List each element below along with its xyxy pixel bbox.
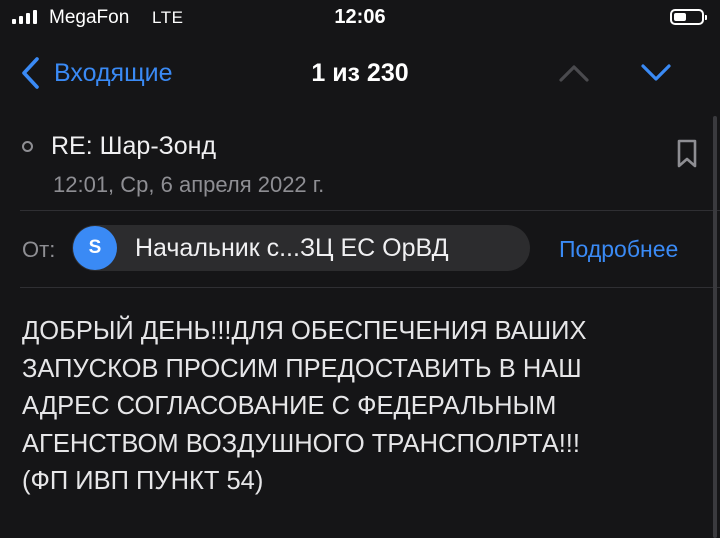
body-line: АГЕНСТВОМ ВОЗДУШНОГО ТРАНСПОЛРТА!!! [22, 429, 580, 458]
sender-chip[interactable]: S Начальник с...ЗЦ ЕС ОрВД [72, 225, 530, 271]
message-counter: 1 из 230 [311, 59, 409, 87]
chevron-up-icon [559, 65, 589, 82]
header-divider [20, 210, 720, 211]
sender-name: Начальник с...ЗЦ ЕС ОрВД [135, 233, 449, 262]
message-date: 12:01, Ср, 6 апреля 2022 г. [53, 172, 325, 197]
body-line: ДОБРЫЙ ДЕНЬ!!!ДЛЯ ОБЕСПЕЧЕНИЯ ВАШИХ [22, 317, 587, 345]
navigation-bar: Входящие 1 из 230 [0, 50, 720, 98]
previous-message-button[interactable] [558, 62, 590, 89]
from-label: От: [22, 237, 56, 262]
message-subject: RE: Шар-Зонд [51, 132, 217, 160]
bookmark-icon [677, 139, 697, 168]
bookmark-button[interactable] [676, 139, 698, 174]
chevron-down-icon [641, 64, 671, 81]
status-bar: MegaFon LTE 12:06 [0, 0, 720, 36]
message-body: ДОБРЫЙ ДЕНЬ!!!ДЛЯ ОБЕСПЕЧЕНИЯ ВАШИХ ЗАПУ… [22, 313, 702, 501]
read-status-icon [22, 141, 33, 152]
subject-row: RE: Шар-Зонд [22, 132, 216, 161]
sender-divider [20, 287, 720, 288]
body-line: (ФП ИВП ПУНКТ 54) [22, 467, 264, 495]
sender-avatar: S [73, 226, 117, 270]
scroll-indicator[interactable] [713, 116, 717, 538]
battery-icon [670, 9, 707, 25]
body-line: ЗАПУСКОВ ПРОСИМ ПРЕДОСТАВИТЬ В НАШ [22, 354, 582, 383]
details-link[interactable]: Подробнее [559, 236, 678, 263]
body-line: АДРЕС СОГЛАСОВАНИЕ С ФЕДЕРАЛЬНЫМ [22, 392, 557, 420]
next-message-button[interactable] [640, 62, 672, 89]
status-time: 12:06 [334, 6, 386, 28]
mail-screen: MegaFon LTE 12:06 Входящие 1 из 230 RE: … [0, 0, 720, 538]
